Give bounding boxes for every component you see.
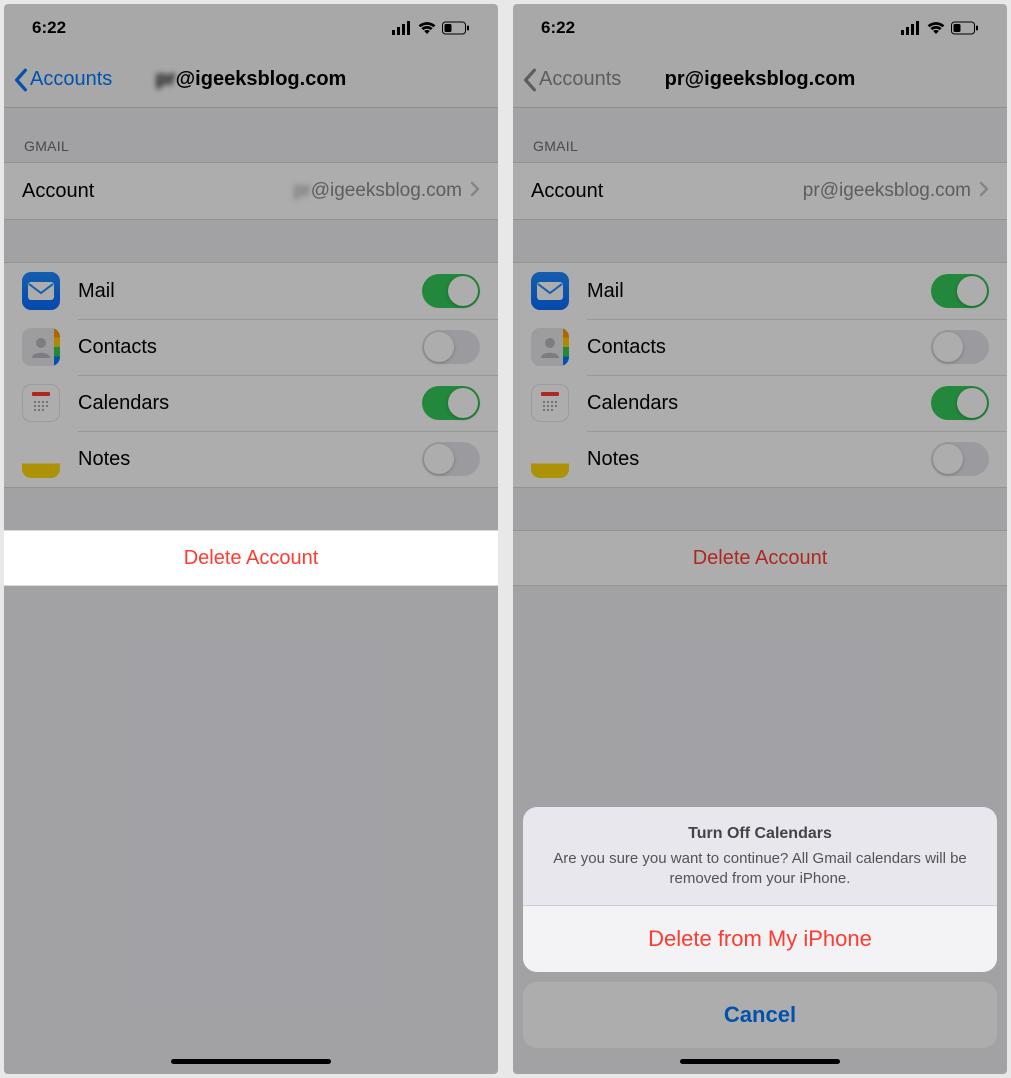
cell-notes: Notes <box>4 431 498 487</box>
home-indicator[interactable] <box>171 1059 331 1064</box>
wifi-icon <box>418 21 436 35</box>
cell-contacts: Contacts <box>4 319 498 375</box>
nav-bar: Accounts pr@igeeksblog.com <box>513 52 1007 108</box>
contacts-toggle[interactable] <box>931 330 989 364</box>
cellular-icon <box>392 21 412 35</box>
notes-icon <box>531 440 569 478</box>
contacts-label: Contacts <box>587 336 931 359</box>
contacts-icon <box>531 328 569 366</box>
status-bar: 6:22 <box>4 4 498 52</box>
wifi-icon <box>927 21 945 35</box>
section-header-gmail: GMAIL <box>4 108 498 162</box>
calendars-icon <box>531 384 569 422</box>
contacts-label: Contacts <box>78 336 422 359</box>
screen-left: 6:22 Accounts pr@igeeksblog.com GMAIL Ac… <box>4 4 498 1074</box>
mail-toggle[interactable] <box>931 274 989 308</box>
chevron-right-icon <box>979 180 989 203</box>
cell-calendars: Calendars <box>4 375 498 431</box>
back-button[interactable]: Accounts <box>513 68 621 92</box>
contacts-toggle[interactable] <box>422 330 480 364</box>
chevron-right-icon <box>470 180 480 203</box>
calendars-toggle[interactable] <box>422 386 480 420</box>
battery-icon <box>951 21 979 35</box>
cell-contacts: Contacts <box>513 319 1007 375</box>
mail-toggle[interactable] <box>422 274 480 308</box>
account-label: Account <box>22 180 294 203</box>
cancel-button[interactable]: Cancel <box>523 982 997 1048</box>
action-sheet: Turn Off Calendars Are you sure you want… <box>523 807 997 1049</box>
account-label: Account <box>531 180 803 203</box>
cell-calendars: Calendars <box>513 375 1007 431</box>
calendars-label: Calendars <box>78 392 422 415</box>
status-time: 6:22 <box>541 18 575 38</box>
chevron-left-icon <box>523 68 537 92</box>
delete-account-button[interactable]: Delete Account <box>4 530 498 586</box>
action-sheet-title: Turn Off Calendars <box>547 825 973 843</box>
action-sheet-message: Are you sure you want to continue? All G… <box>547 849 973 890</box>
account-group: Account pr@igeeksblog.com <box>4 162 498 220</box>
account-group: Account pr@igeeksblog.com <box>513 162 1007 220</box>
cell-mail: Mail <box>4 263 498 319</box>
nav-bar: Accounts pr@igeeksblog.com <box>4 52 498 108</box>
home-indicator[interactable] <box>680 1059 840 1064</box>
notes-toggle[interactable] <box>931 442 989 476</box>
account-cell[interactable]: Account pr@igeeksblog.com <box>4 163 498 219</box>
services-group: Mail Contacts Calendars Notes <box>4 262 498 488</box>
calendars-label: Calendars <box>587 392 931 415</box>
cell-mail: Mail <box>513 263 1007 319</box>
account-cell[interactable]: Account pr@igeeksblog.com <box>513 163 1007 219</box>
mail-icon <box>531 272 569 310</box>
notes-icon <box>22 440 60 478</box>
back-button[interactable]: Accounts <box>4 68 112 92</box>
status-icons <box>901 21 979 35</box>
back-label: Accounts <box>30 68 112 91</box>
calendars-icon <box>22 384 60 422</box>
calendars-toggle[interactable] <box>931 386 989 420</box>
status-bar: 6:22 <box>513 4 1007 52</box>
status-time: 6:22 <box>32 18 66 38</box>
action-sheet-header: Turn Off Calendars Are you sure you want… <box>523 807 997 907</box>
battery-icon <box>442 21 470 35</box>
account-value: pr@igeeksblog.com <box>294 180 462 202</box>
delete-from-iphone-button[interactable]: Delete from My iPhone <box>523 906 997 972</box>
section-header-gmail: GMAIL <box>513 108 1007 162</box>
account-value: pr@igeeksblog.com <box>803 180 971 202</box>
chevron-left-icon <box>14 68 28 92</box>
services-group: Mail Contacts Calendars Notes <box>513 262 1007 488</box>
action-sheet-block: Turn Off Calendars Are you sure you want… <box>523 807 997 973</box>
screen-right: 6:22 Accounts pr@igeeksblog.com GMAIL Ac… <box>513 4 1007 1074</box>
delete-account-button[interactable]: Delete Account <box>513 530 1007 586</box>
nav-title-prefix-blurred: pr <box>156 68 176 91</box>
cellular-icon <box>901 21 921 35</box>
mail-label: Mail <box>78 280 422 303</box>
notes-label: Notes <box>78 448 422 471</box>
contacts-icon <box>22 328 60 366</box>
mail-label: Mail <box>587 280 931 303</box>
mail-icon <box>22 272 60 310</box>
notes-label: Notes <box>587 448 931 471</box>
back-label: Accounts <box>539 68 621 91</box>
notes-toggle[interactable] <box>422 442 480 476</box>
status-icons <box>392 21 470 35</box>
cell-notes: Notes <box>513 431 1007 487</box>
